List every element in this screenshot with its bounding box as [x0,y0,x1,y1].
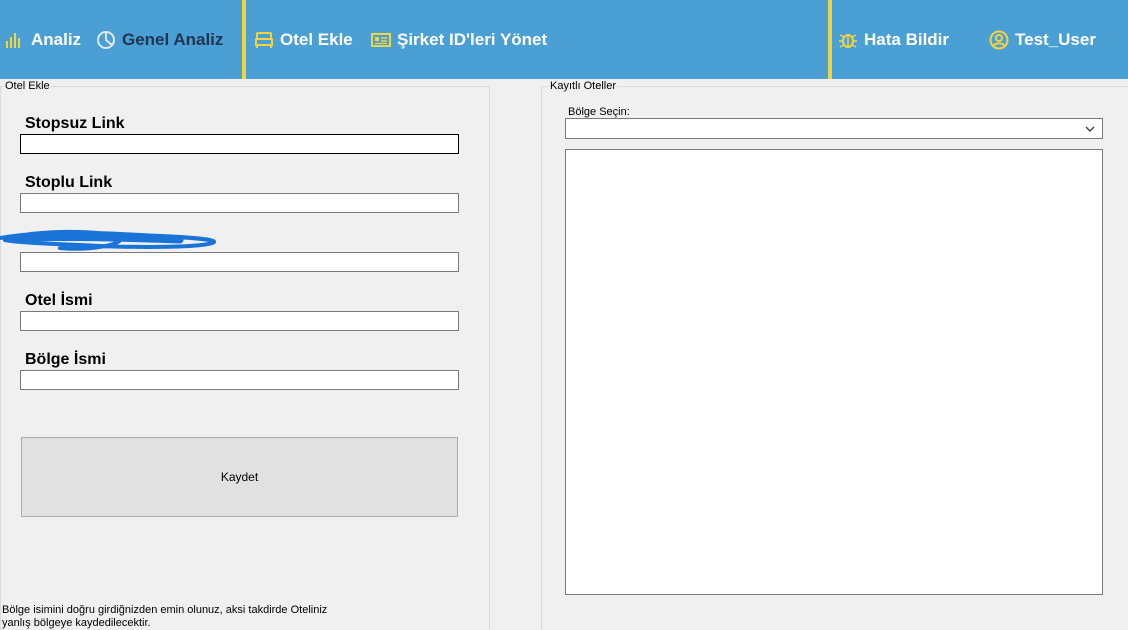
nav-divider [242,0,246,79]
stopsuz-link-input[interactable] [20,134,459,154]
bug-icon [838,30,858,50]
bolge-select[interactable] [565,118,1103,139]
top-navigation-bar: Analiz Genel Analiz Otel Ekle Şirket ID'… [0,0,1128,79]
nav-sirket-id[interactable]: Şirket ID'leri Yönet [371,27,547,53]
chevron-down-icon [1084,123,1096,135]
nav-genel-analiz-label: Genel Analiz [122,30,224,49]
bar-chart-icon [5,30,25,50]
id-card-icon [371,30,391,50]
bolge-ismi-label: Bölge İsmi [25,351,106,368]
nav-genel-analiz[interactable]: Genel Analiz [96,27,223,53]
kayitli-oteller-group-title: Kayıtlı Oteller [549,80,618,92]
pie-chart-icon [96,30,116,50]
stoplu-link-label: Stoplu Link [25,174,113,191]
nav-hata-bildir-label: Hata Bildir [864,30,950,49]
nav-divider [828,0,832,79]
bolge-ismi-input[interactable] [20,370,459,390]
kayitli-oteller-list[interactable] [565,149,1103,595]
bolge-secin-label: Bölge Seçin: [568,106,630,118]
nav-hata-bildir[interactable]: Hata Bildir [838,27,949,53]
stoplu-link-input[interactable] [20,193,459,213]
stopsuz-link-label: Stopsuz Link [25,115,125,132]
bolge-warning-note: Bölge isimini doğru girdiğnizden emin ol… [2,604,328,629]
otel-ismi-label: Otel İsmi [25,292,93,309]
redacted-field-input[interactable] [20,252,459,272]
nav-sirket-id-label: Şirket ID'leri Yönet [397,30,548,49]
otel-ismi-input[interactable] [20,311,459,331]
nav-user-label: Test_User [1015,30,1096,49]
nav-user[interactable]: Test_User [989,27,1096,53]
bed-icon [254,30,274,50]
otel-ekle-group-title: Otel Ekle [4,80,51,92]
nav-otel-ekle-label: Otel Ekle [280,30,353,49]
nav-analiz[interactable]: Analiz [5,27,81,53]
nav-otel-ekle[interactable]: Otel Ekle [254,27,353,53]
nav-analiz-label: Analiz [31,30,82,49]
user-circle-icon [989,30,1009,50]
kaydet-button[interactable]: Kaydet [21,437,458,517]
